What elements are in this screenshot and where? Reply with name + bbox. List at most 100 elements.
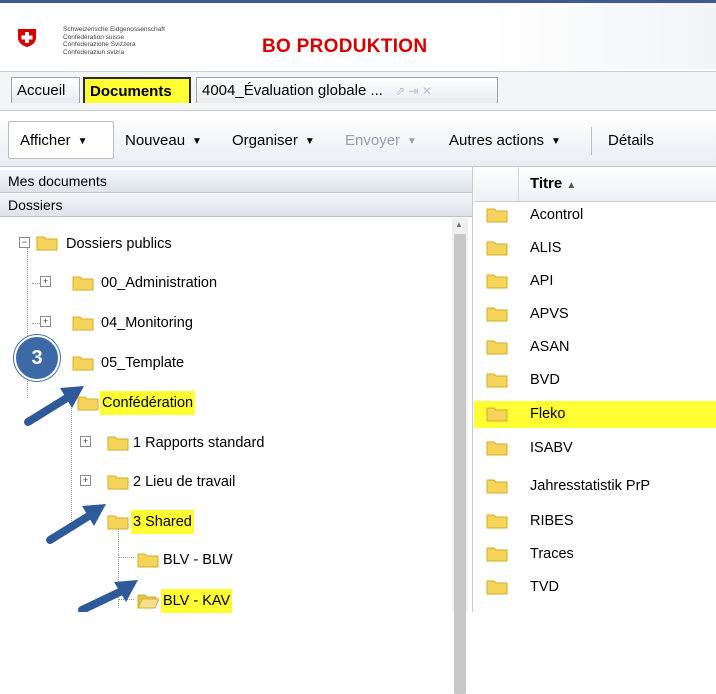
afficher-button[interactable]: Afficher ▼ bbox=[20, 115, 88, 166]
folder-icon bbox=[486, 339, 508, 355]
mes-documents-header[interactable]: Mes documents bbox=[0, 170, 472, 193]
list-item[interactable]: RIBES bbox=[474, 505, 716, 538]
confed-line-fr: Confédération suisse bbox=[63, 33, 125, 41]
folder-icon bbox=[486, 478, 508, 494]
tree-node-2-lieu-de-travail[interactable]: + 2 Lieu de travail bbox=[80, 470, 380, 494]
tree-label: 00_Administration bbox=[101, 275, 218, 291]
toolbar: Afficher ▼ Nouveau ▼ Organiser ▼ Envoyer ▼ A… bbox=[0, 115, 716, 167]
tab-documents[interactable]: Documents bbox=[83, 77, 191, 103]
list-item[interactable]: Traces bbox=[474, 538, 716, 571]
list-item[interactable]: ISABV bbox=[474, 432, 716, 465]
icon-column-header bbox=[474, 167, 519, 201]
expand-icon[interactable]: + bbox=[40, 316, 51, 327]
tree-node-1-rapports-standard[interactable]: + 1 Rapports standard bbox=[80, 431, 380, 455]
sort-ascending-icon[interactable]: ▲ bbox=[566, 180, 576, 191]
list-item-label: API bbox=[530, 273, 554, 289]
tree-label: 04_Monitoring bbox=[101, 315, 193, 331]
row-highlight bbox=[474, 401, 716, 428]
tree-scrollbar[interactable]: ▲ bbox=[452, 218, 468, 694]
organiser-button[interactable]: Organiser ▼ bbox=[232, 115, 315, 166]
column-title-text: Titre bbox=[530, 175, 563, 192]
folder-icon bbox=[486, 579, 508, 595]
chevron-down-icon: ▼ bbox=[407, 136, 417, 147]
tree-node-05-template[interactable]: + 05_Template bbox=[40, 351, 340, 375]
list-item[interactable]: API bbox=[474, 265, 716, 298]
folder-icon bbox=[486, 513, 508, 529]
nouveau-button[interactable]: Nouveau ▼ bbox=[125, 115, 202, 166]
folder-icon bbox=[486, 406, 508, 422]
tree-node-00-administration[interactable]: + 00_Administration bbox=[40, 271, 340, 295]
list-item-label: ASAN bbox=[530, 339, 570, 355]
tab-accueil[interactable]: Accueil bbox=[11, 77, 80, 103]
autres-actions-button[interactable]: Autres actions ▼ bbox=[449, 115, 561, 166]
folder-icon bbox=[36, 235, 58, 251]
tree-line bbox=[118, 557, 134, 558]
details-button[interactable]: Détails bbox=[608, 115, 654, 166]
list-item[interactable]: BVD bbox=[474, 364, 716, 397]
list-item-label: BVD bbox=[530, 372, 560, 388]
dossiers-header[interactable]: Dossiers bbox=[0, 194, 472, 217]
scrollbar-thumb[interactable] bbox=[454, 234, 466, 694]
chevron-down-icon: ▼ bbox=[77, 136, 88, 147]
envoyer-button[interactable]: Envoyer ▼ bbox=[345, 115, 417, 166]
tree-node-blv-kav[interactable]: BLV - KAV bbox=[134, 589, 384, 613]
expand-icon[interactable]: + bbox=[40, 276, 51, 287]
folder-icon bbox=[72, 275, 94, 291]
tab-strip: Accueil Documents 4004_Évaluation global… bbox=[0, 71, 716, 111]
tree-node-3-shared[interactable]: − 3 Shared bbox=[80, 510, 380, 534]
list-item-label: RIBES bbox=[530, 513, 574, 529]
annotation-arrow-icon bbox=[78, 580, 138, 612]
folder-icon bbox=[72, 355, 94, 371]
tab-document-open[interactable]: 4004_Évaluation globale ... ⇗ ⇥ ✕ bbox=[196, 77, 498, 103]
collapse-icon[interactable]: − bbox=[19, 237, 30, 248]
list-item-label: ALIS bbox=[530, 240, 562, 256]
tree-label: 3 Shared bbox=[131, 510, 194, 534]
tab-window-controls-icon[interactable]: ⇗ ⇥ ✕ bbox=[395, 84, 432, 98]
annotation-arrow-icon bbox=[46, 504, 106, 544]
annotation-arrow-icon bbox=[24, 386, 84, 426]
list-item-label: Fleko bbox=[530, 406, 566, 422]
envoyer-label: Envoyer bbox=[345, 132, 401, 149]
list-item-label: ISABV bbox=[530, 440, 573, 456]
list-item[interactable]: Acontrol bbox=[474, 199, 716, 232]
folder-icon bbox=[137, 552, 159, 568]
folder-icon bbox=[486, 240, 508, 256]
folder-icon bbox=[486, 372, 508, 388]
confed-line-it: Confederazione Svizzera bbox=[63, 41, 136, 49]
folder-icon bbox=[486, 273, 508, 289]
toolbar-divider bbox=[591, 127, 592, 155]
column-header-titre[interactable]: Titre ▲ bbox=[474, 167, 716, 202]
chevron-down-icon: ▼ bbox=[192, 136, 202, 147]
list-item-label: Traces bbox=[530, 546, 574, 562]
expand-icon[interactable]: + bbox=[80, 436, 91, 447]
tree-label: 2 Lieu de travail bbox=[133, 474, 236, 490]
app-title: BO PRODUKTION bbox=[262, 36, 428, 57]
afficher-label: Afficher bbox=[20, 132, 71, 149]
folder-icon bbox=[486, 207, 508, 223]
swiss-shield-icon bbox=[17, 28, 37, 48]
list-item[interactable]: Jahresstatistik PrP bbox=[474, 470, 716, 503]
expand-icon[interactable]: + bbox=[80, 475, 91, 486]
tree-node-04-monitoring[interactable]: + 04_Monitoring bbox=[40, 311, 340, 335]
tree-node-blv-blw[interactable]: BLV - BLW bbox=[134, 548, 384, 572]
list-item[interactable]: ASAN bbox=[474, 331, 716, 364]
tab-document-label: 4004_Évaluation globale ... bbox=[202, 82, 383, 99]
tree-node-dossiers-publics[interactable]: − Dossiers publics bbox=[14, 232, 414, 256]
tree-node-confederation[interactable]: − Confédération bbox=[62, 391, 362, 415]
list-item[interactable]: APVS bbox=[474, 298, 716, 331]
nouveau-label: Nouveau bbox=[125, 132, 186, 149]
scroll-up-icon[interactable]: ▲ bbox=[455, 220, 463, 229]
confederation-wordmark: Schweizerische Eidgenossenschaft Confédé… bbox=[63, 26, 165, 56]
folder-icon bbox=[486, 546, 508, 562]
tree-label: 1 Rapports standard bbox=[133, 435, 265, 451]
list-item[interactable]: ALIS bbox=[474, 232, 716, 265]
list-item-highlighted[interactable]: Fleko bbox=[474, 398, 716, 431]
autres-actions-label: Autres actions bbox=[449, 132, 545, 149]
list-item-label: Acontrol bbox=[530, 207, 584, 223]
folder-icon bbox=[486, 440, 508, 456]
chevron-down-icon: ▼ bbox=[304, 136, 315, 147]
list-item[interactable]: TVD bbox=[474, 571, 716, 604]
folder-icon bbox=[72, 315, 94, 331]
folder-icon bbox=[486, 306, 508, 322]
tree-label: Dossiers publics bbox=[66, 236, 172, 252]
